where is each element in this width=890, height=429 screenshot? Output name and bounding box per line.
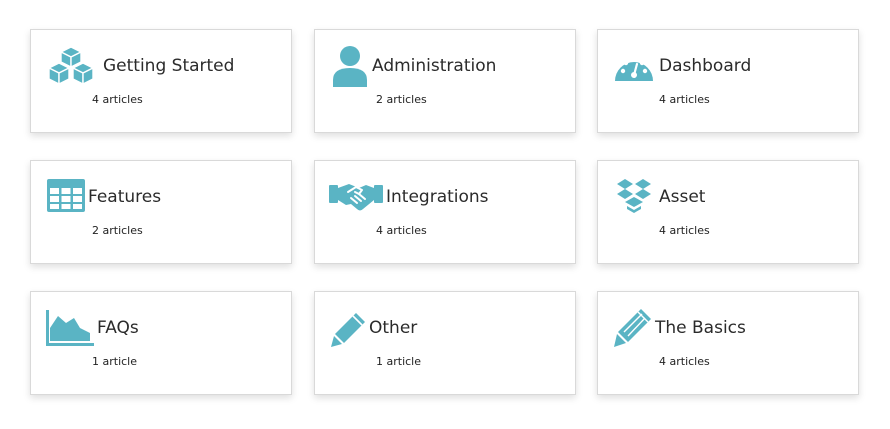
article-count: 4 articles	[659, 93, 710, 106]
article-count: 1 article	[92, 355, 137, 368]
dropbox-icon	[615, 178, 653, 214]
category-card-administration[interactable]: Administration 2 articles	[314, 29, 576, 133]
category-card-faqs[interactable]: FAQs 1 article	[30, 291, 292, 395]
category-card-the-basics[interactable]: The Basics 4 articles	[597, 291, 859, 395]
category-card-other[interactable]: Other 1 article	[314, 291, 576, 395]
dashboard-gauge-icon	[613, 51, 655, 85]
user-icon	[332, 45, 368, 87]
category-title[interactable]: Other	[369, 317, 417, 339]
category-card-dashboard[interactable]: Dashboard 4 articles	[597, 29, 859, 133]
article-count: 1 article	[376, 355, 421, 368]
category-title[interactable]: FAQs	[97, 317, 139, 339]
category-title[interactable]: The Basics	[655, 317, 746, 339]
article-count: 4 articles	[659, 355, 710, 368]
category-title[interactable]: Integrations	[386, 186, 489, 208]
category-title[interactable]: Asset	[659, 186, 705, 208]
category-card-getting-started[interactable]: Getting Started 4 articles	[30, 29, 292, 133]
handshake-icon	[329, 181, 383, 213]
pencil-icon	[331, 311, 367, 347]
cubes-icon	[47, 46, 97, 86]
article-count: 2 articles	[376, 93, 427, 106]
category-title[interactable]: Getting Started	[103, 55, 234, 77]
area-chart-icon	[46, 310, 94, 346]
category-title[interactable]: Dashboard	[659, 55, 751, 77]
category-title[interactable]: Features	[88, 186, 161, 208]
article-count: 4 articles	[92, 93, 143, 106]
pencil-icon	[614, 308, 652, 348]
article-count: 2 articles	[92, 224, 143, 237]
category-card-integrations[interactable]: Integrations 4 articles	[314, 160, 576, 264]
article-count: 4 articles	[376, 224, 427, 237]
category-card-asset[interactable]: Asset 4 articles	[597, 160, 859, 264]
article-count: 4 articles	[659, 224, 710, 237]
table-grid-icon	[47, 179, 85, 212]
category-card-features[interactable]: Features 2 articles	[30, 160, 292, 264]
category-title[interactable]: Administration	[372, 55, 496, 77]
